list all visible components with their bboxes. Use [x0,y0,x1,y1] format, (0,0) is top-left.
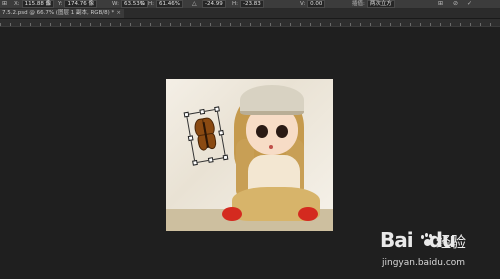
document-tab-bar: 7.5.2.psd @ 66.7% (图层 1 副本, RGB/8) * × [0,9,500,19]
transform-handle-top-right[interactable] [214,106,220,113]
reference-point-icon[interactable]: ⊞ [2,0,7,8]
transform-handle-bottom-left[interactable] [192,159,198,166]
horizontal-ruler [0,19,500,27]
document-tab[interactable]: 7.5.2.psd @ 66.7% (图层 1 副本, RGB/8) * × [0,9,124,18]
vskew-field[interactable]: V: 0.00 [300,0,326,8]
paw-icon [420,233,434,247]
transform-handle-bottom-right[interactable] [222,154,229,161]
transform-handle-left[interactable] [187,135,194,142]
transform-handle-top-left[interactable] [183,111,190,118]
baidu-watermark: Bai du 经验 jingyan.baidu.com [380,228,495,274]
doll-shoe-right [298,207,318,221]
doll-hat [240,85,304,115]
delta-icon: Δ [46,0,51,7]
commit-transform-icon[interactable]: ✓ [467,0,472,8]
doll-shoe-left [222,207,242,221]
angle-input[interactable]: -24.99 [202,0,226,8]
close-tab-icon[interactable]: × [116,9,121,18]
watermark-text: 经验 [436,233,467,251]
link-icon[interactable]: ⊖ [140,0,145,8]
doll-eye-left [256,125,268,138]
interpolation-select[interactable]: 两次立方 [366,0,395,8]
watermark-url: jingyan.baidu.com [382,258,466,268]
angle-field[interactable]: -24.99 [202,0,226,8]
butterfly-layer[interactable] [193,116,219,154]
hskew-input[interactable]: -23.83 [240,0,264,8]
document-tab-title: 7.5.2.psd @ 66.7% (图层 1 副本, RGB/8) * [2,10,115,16]
angle-icon: △ [192,0,197,7]
vskew-input[interactable]: 0.00 [307,0,326,8]
h-field[interactable]: H: 61.46% [148,0,183,8]
warp-icon[interactable]: ⊞ [438,0,443,8]
cancel-transform-icon[interactable]: ⊘ [453,0,458,8]
transform-handle-bottom[interactable] [207,157,214,163]
y-field[interactable]: Y: 174.76 像 [58,0,97,8]
hskew-field[interactable]: H: -23.83 [232,0,264,8]
doll-mouth [269,145,273,149]
transform-handle-top[interactable] [199,108,206,115]
doll-eye-right [276,125,288,138]
interpolation-field[interactable]: 插值: 两次立方 [352,0,395,8]
options-bar: ⊞ X: 115.88 像 Δ Y: 174.76 像 W: 63.53% ⊖ … [0,0,500,9]
y-input[interactable]: 174.76 像 [64,0,97,8]
document-image[interactable] [166,79,333,231]
transform-handle-right[interactable] [218,129,225,136]
h-input[interactable]: 61.46% [156,0,183,8]
